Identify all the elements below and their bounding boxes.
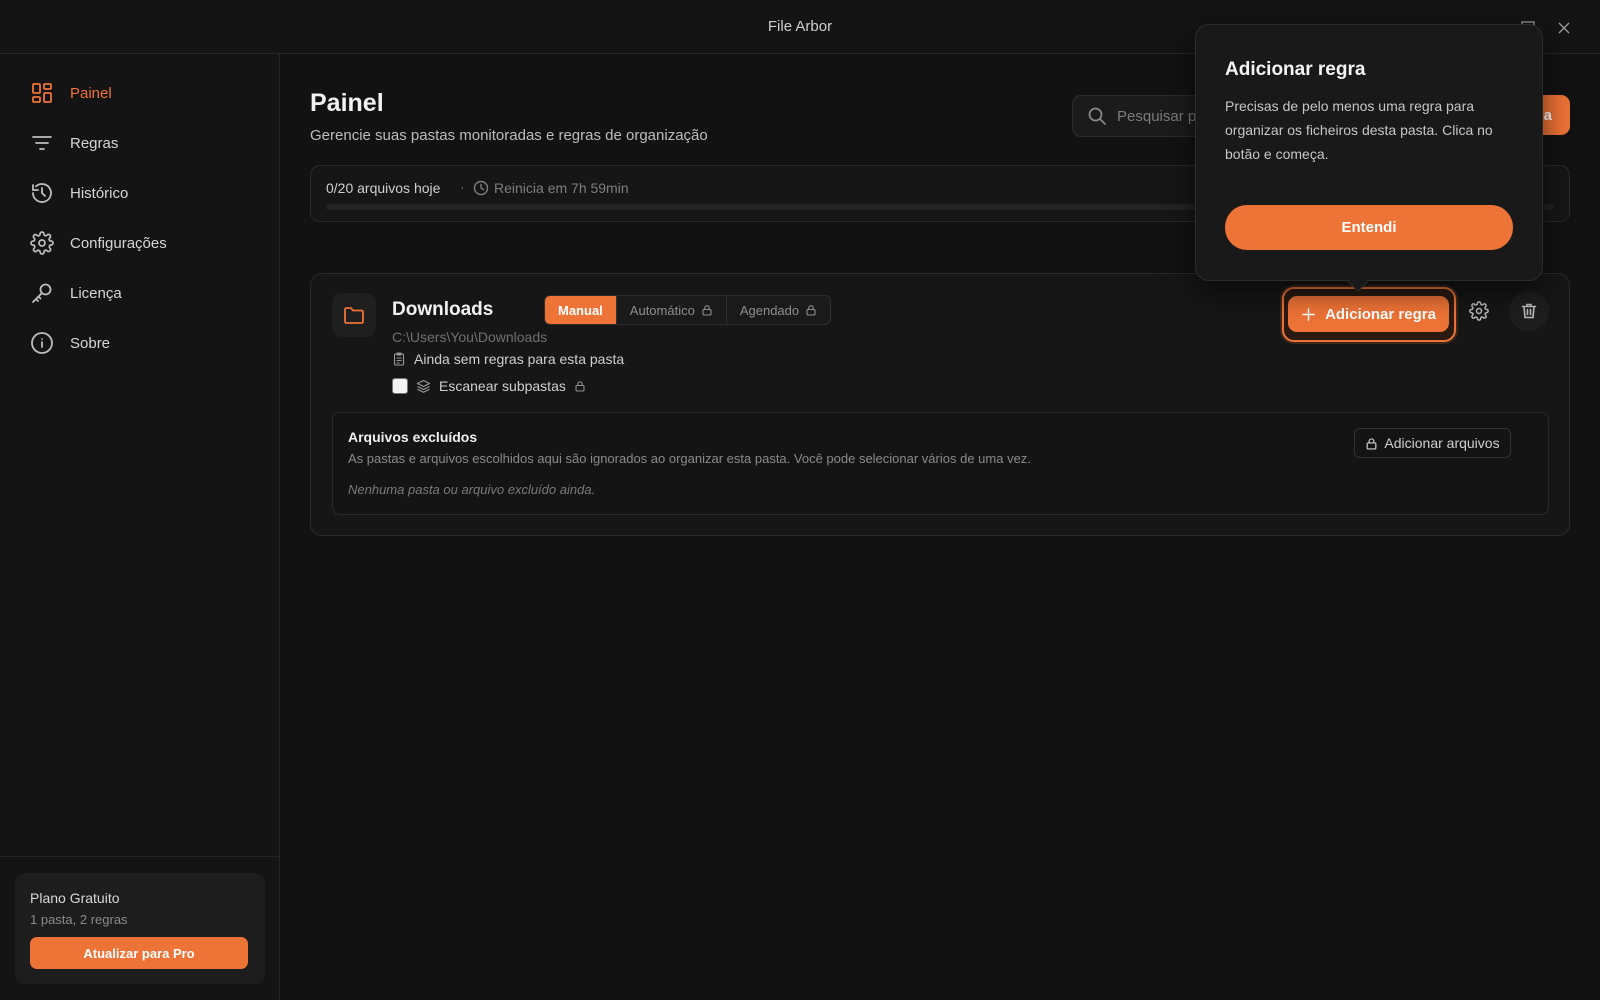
usage-reset: Reinicia em 7h 59min [494,180,629,196]
page-subtitle: Gerencie suas pastas monitoradas e regra… [310,127,708,144]
sidebar-item-historico[interactable]: Histórico [30,176,260,210]
scan-subfolders-label: Escanear subpastas [439,378,566,394]
mode-automatico[interactable]: Automático [615,296,726,324]
plan-limits: 1 pasta, 2 regras [30,912,128,927]
trash-icon [1519,301,1539,321]
sidebar-divider [0,856,280,857]
mode-label: Manual [558,302,603,318]
sidebar-item-label: Sobre [70,334,111,352]
layers-icon [416,379,431,394]
no-rules-notice: Ainda sem regras para esta pasta [392,351,624,367]
clock-icon [473,180,489,196]
usage-count: 0/20 arquivos hoje [326,180,441,196]
clipboard-icon [392,352,406,366]
sidebar-item-label: Licença [70,284,122,302]
usage-separator: · [460,179,465,195]
gear-icon [30,231,54,255]
sidebar-item-licenca[interactable]: Licença [30,276,260,310]
folder-icon [342,303,366,327]
sidebar-item-configuracoes[interactable]: Configurações [30,226,260,260]
mode-label: Agendado [739,302,800,318]
sidebar-item-label: Regras [70,134,119,152]
add-files-label: Adicionar arquivos [1384,435,1500,451]
sidebar-item-regras[interactable]: Regras [30,126,260,160]
popover-body: Precisas de pelo menos uma regra para or… [1225,98,1493,162]
sidebar-item-label: Histórico [70,184,129,202]
lock-icon [805,304,817,316]
mode-selector: Manual Automático Agendado [544,295,832,325]
folder-name: Downloads [392,299,494,320]
scan-subfolders-option: Escanear subpastas [392,378,586,394]
mode-manual[interactable]: Manual [545,296,616,324]
add-rule-button[interactable]: Adicionar regra [1288,296,1449,332]
gear-icon [1469,301,1489,321]
excluded-files-panel: Arquivos excluídos As pastas e arquivos … [332,412,1549,515]
sidebar-item-painel[interactable]: Painel [30,76,260,110]
sidebar-item-label: Painel [70,84,112,102]
excluded-title: Arquivos excluídos [348,429,478,445]
dashboard-icon [30,81,54,105]
search-icon [1087,106,1107,126]
popover-title: Adicionar regra [1225,59,1366,80]
popover-confirm-button[interactable]: Entendi [1225,205,1513,250]
info-icon [30,331,54,355]
add-files-button[interactable]: Adicionar arquivos [1354,428,1511,458]
excluded-description: As pastas e arquivos escolhidos aqui são… [348,451,1031,466]
plus-icon [1301,307,1316,322]
close-icon[interactable] [1554,18,1574,38]
delete-folder-button[interactable] [1509,291,1549,331]
sidebar: Painel Regras Histórico Configurações Li… [0,54,280,1000]
lock-icon [574,380,586,392]
mode-label: Automático [629,302,695,318]
folder-icon-box [332,293,376,337]
key-icon [30,281,54,305]
no-rules-text: Ainda sem regras para esta pasta [414,351,625,367]
scan-subfolders-checkbox[interactable] [392,378,408,394]
lock-icon [1365,437,1378,450]
onboarding-popover: Adicionar regra Precisas de pelo menos u… [1195,24,1543,292]
upgrade-button[interactable]: Atualizar para Pro [30,937,248,969]
plan-name: Plano Gratuito [30,890,120,906]
folder-path: C:\Users\You\Downloads [392,329,548,345]
folder-settings-button[interactable] [1459,291,1499,331]
add-rule-label: Adicionar regra [1325,305,1436,323]
excluded-empty-state: Nenhuma pasta ou arquivo excluído ainda. [348,482,596,497]
sidebar-item-sobre[interactable]: Sobre [30,326,260,360]
filter-icon [30,131,54,155]
lock-icon [701,304,713,316]
page-title: Painel [310,89,384,117]
history-icon [30,181,54,205]
sidebar-item-label: Configurações [70,234,167,252]
mode-agendado[interactable]: Agendado [725,296,830,324]
add-folder-label: a [1543,106,1552,124]
plan-card: Plano Gratuito 1 pasta, 2 regras Atualiz… [15,873,265,984]
